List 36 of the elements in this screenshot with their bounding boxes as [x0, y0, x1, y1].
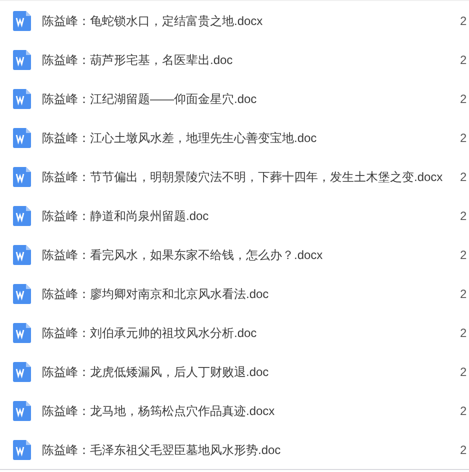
- date-text: 2: [460, 208, 467, 224]
- date-text: 2: [460, 442, 467, 458]
- date-text: 2: [460, 90, 467, 108]
- file-name[interactable]: 陈益峰：龟蛇锁水口，定结富贵之地.docx: [42, 12, 263, 30]
- date-text: 2: [460, 286, 467, 302]
- date-text: 2: [460, 168, 467, 186]
- word-document-icon: [13, 128, 31, 148]
- date-text: 2: [460, 246, 467, 264]
- word-document-icon: [13, 88, 31, 108]
- file-name[interactable]: 陈益峰：看完风水，如果东家不给钱，怎么办？.docx: [42, 246, 323, 264]
- file-name[interactable]: 陈益峰：节节偏出，明朝景陵穴法不明，下葬十四年，发生土木堡之变.docx: [42, 168, 443, 186]
- word-document-icon: [13, 322, 31, 342]
- date-text: 2: [460, 364, 467, 380]
- file-name[interactable]: 陈益峰：毛泽东祖父毛翌臣墓地风水形势.doc: [42, 440, 281, 458]
- file-name[interactable]: 陈益峰：静道和尚泉州留题.doc: [42, 206, 209, 224]
- date-text: 2: [460, 402, 467, 420]
- word-document-icon: [13, 362, 31, 382]
- date-text: 2: [460, 324, 467, 342]
- word-document-icon: [13, 206, 31, 226]
- date-text: 2: [460, 130, 467, 146]
- word-document-icon: [13, 244, 31, 264]
- word-document-icon: [13, 10, 31, 30]
- date-text: 2: [460, 12, 467, 30]
- word-document-icon: [13, 440, 31, 460]
- file-name[interactable]: 陈益峰：江心土墩风水差，地理先生心善变宝地.doc: [42, 128, 317, 146]
- word-document-icon: [13, 284, 31, 304]
- word-document-icon: [13, 166, 31, 186]
- file-name[interactable]: 陈益峰：刘伯承元帅的祖坟风水分析.doc: [42, 324, 257, 342]
- word-document-icon: [13, 50, 31, 70]
- date-text: 2: [460, 52, 467, 68]
- file-name[interactable]: 陈益峰：江纪湖留题——仰面金星穴.doc: [42, 90, 257, 108]
- file-name[interactable]: 陈益峰：龙虎低矮漏风，后人丁财败退.doc: [42, 362, 269, 380]
- file-name[interactable]: 陈益峰：龙马地，杨筠松点穴作品真迹.docx: [42, 402, 275, 420]
- file-name[interactable]: 陈益峰：葫芦形宅基，名医辈出.doc: [42, 50, 233, 68]
- file-name[interactable]: 陈益峰：廖均卿对南京和北京风水看法.doc: [42, 284, 269, 302]
- word-document-icon: [13, 400, 31, 420]
